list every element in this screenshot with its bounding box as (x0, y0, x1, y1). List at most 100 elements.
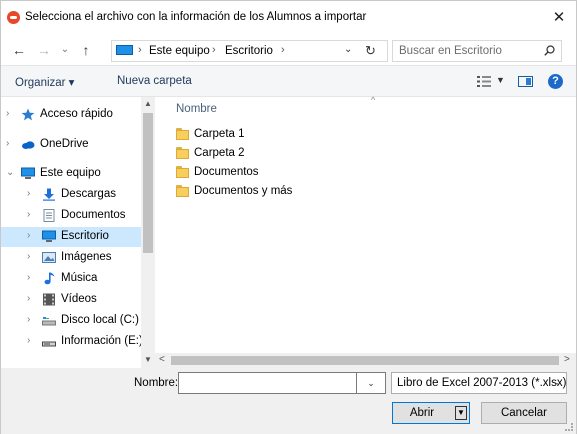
search-box[interactable]: Buscar en Escritorio (392, 40, 562, 62)
navigation-scrollbar[interactable]: ▲ ▼ (141, 97, 155, 368)
cancel-button[interactable]: Cancelar (481, 402, 567, 424)
computer-icon (21, 167, 35, 179)
star-icon (21, 108, 35, 121)
file-name: Carpeta 2 (194, 147, 245, 159)
list-item[interactable]: Documentos (176, 164, 336, 182)
column-header-name[interactable]: Nombre (176, 103, 217, 115)
sidebar-item-label: Vídeos (61, 293, 97, 305)
drive-icon (42, 317, 56, 326)
sidebar-item[interactable]: › Música (1, 269, 141, 289)
sidebar-item[interactable]: › Escritorio (1, 227, 141, 247)
sidebar-item-label: OneDrive (40, 138, 89, 150)
download-icon (43, 188, 55, 201)
sidebar-item-label: Imágenes (61, 251, 112, 263)
folder-icon (176, 128, 189, 140)
folder-icon (176, 185, 189, 197)
new-folder-button[interactable]: Nueva carpeta (117, 75, 192, 87)
sidebar-item-label: Documentos (61, 209, 126, 221)
sidebar-item[interactable]: › OneDrive (1, 135, 141, 155)
content-area: › Acceso rápido › OneDrive ⌄ Este equipo › Desc… (1, 95, 576, 368)
cloud-icon (22, 141, 35, 149)
chevron-right-icon[interactable]: › (6, 108, 9, 119)
back-button[interactable]: ← (9, 40, 29, 60)
chevron-right-icon[interactable]: › (27, 230, 30, 241)
window-title: Selecciona el archivo con la información… (25, 11, 367, 23)
command-toolbar: Organizar ▾ Nueva carpeta ▼ ? (1, 65, 576, 97)
sidebar-item-label: Disco local (C:) (61, 314, 139, 326)
scroll-left-icon[interactable]: < (159, 354, 165, 365)
scroll-down-icon[interactable]: ▼ (144, 355, 152, 364)
search-placeholder: Buscar en Escritorio (399, 45, 502, 57)
chevron-down-icon[interactable]: ⌄ (6, 167, 14, 178)
file-name: Documentos (194, 166, 259, 178)
navigation-scroll-thumb[interactable] (143, 113, 153, 253)
sidebar-item-label: Este equipo (40, 167, 101, 179)
chevron-right-icon[interactable]: › (27, 209, 30, 220)
breadcrumb-separator: › (138, 44, 142, 56)
breadcrumb-escritorio[interactable]: Escritorio (225, 45, 273, 57)
scroll-right-icon[interactable]: > (564, 354, 570, 365)
organize-button[interactable]: Organizar ▾ (15, 75, 74, 89)
close-button[interactable]: ✕ (542, 1, 576, 35)
sidebar-item[interactable]: › Documentos (1, 206, 141, 226)
folder-icon (176, 147, 189, 159)
chevron-right-icon[interactable]: › (27, 188, 30, 199)
list-item[interactable]: Carpeta 2 (176, 145, 336, 163)
chevron-right-icon[interactable]: › (27, 335, 30, 346)
sidebar-item[interactable]: › Imágenes (1, 248, 141, 268)
sidebar-item-label: Información (E:) (61, 335, 143, 347)
scroll-up-icon[interactable]: ▲ (144, 99, 152, 108)
video-icon (43, 293, 55, 306)
address-bar[interactable]: › Este equipo › Escritorio › ⌄ ↻ (111, 40, 388, 62)
breadcrumb-este-equipo[interactable]: Este equipo (149, 45, 210, 57)
sidebar-item[interactable]: › Vídeos (1, 290, 141, 310)
file-name-dropdown-icon[interactable]: ⌄ (357, 372, 386, 394)
horizontal-scrollbar[interactable]: < > (155, 353, 576, 368)
file-list: Nombre ^ Carpeta 1 Carpeta 2 Documentos Doc… (159, 95, 576, 353)
resize-grip-icon[interactable] (565, 423, 573, 431)
open-options-dropdown-icon[interactable]: ▼ (455, 406, 467, 420)
app-icon (7, 11, 20, 24)
sidebar-item-label: Acceso rápido (40, 108, 113, 120)
sidebar-item[interactable]: › Información (E:) (1, 332, 143, 352)
navigation-pane: › Acceso rápido › OneDrive ⌄ Este equipo › Desc… (1, 97, 155, 368)
file-name: Documentos y más (194, 185, 293, 197)
up-button[interactable]: ↑ (76, 40, 96, 60)
address-row: ← → ⌄ ↑ › Este equipo › Escritorio › ⌄ ↻… (1, 35, 576, 65)
chevron-down-icon: ⌄ (554, 377, 562, 387)
sidebar-item[interactable]: › Disco local (C:) (1, 311, 141, 331)
chevron-right-icon[interactable]: › (27, 293, 30, 304)
help-icon[interactable]: ? (548, 74, 563, 89)
open-button[interactable]: Abrir ▼ (392, 402, 470, 424)
sidebar-item[interactable]: ⌄ Este equipo (1, 164, 141, 184)
music-icon (44, 272, 55, 285)
sidebar-item-label: Descargas (61, 188, 116, 200)
chevron-right-icon[interactable]: › (27, 272, 30, 283)
sidebar-item-label: Escritorio (61, 230, 109, 242)
view-dropdown-icon[interactable]: ▼ (496, 75, 505, 85)
file-type-select[interactable]: Libro de Excel 2007-2013 (*.xlsx) ⌄ (391, 372, 567, 394)
preview-pane-icon[interactable] (518, 76, 533, 87)
breadcrumb-separator: › (281, 44, 285, 56)
file-name-label: Nombre: (134, 377, 179, 389)
file-type-value: Libro de Excel 2007-2013 (*.xlsx) (397, 377, 567, 389)
list-item[interactable]: Documentos y más (176, 183, 336, 201)
computer-icon (116, 45, 133, 57)
chevron-right-icon[interactable]: › (27, 251, 30, 262)
refresh-icon[interactable]: ↻ (365, 43, 376, 59)
sidebar-item[interactable]: › Descargas (1, 185, 141, 205)
title-bar: Selecciona el archivo con la información… (1, 1, 576, 35)
chevron-right-icon[interactable]: › (27, 314, 30, 325)
address-dropdown-icon[interactable]: ⌄ (344, 44, 352, 55)
horizontal-scroll-thumb[interactable] (171, 356, 559, 365)
recent-locations-button[interactable]: ⌄ (55, 40, 75, 60)
sidebar-item[interactable]: › Acceso rápido (1, 105, 141, 125)
view-options-icon[interactable] (477, 76, 491, 87)
forward-button[interactable]: → (34, 40, 54, 60)
list-item[interactable]: Carpeta 1 (176, 126, 336, 144)
file-name-input[interactable] (178, 372, 357, 394)
chevron-right-icon[interactable]: › (6, 138, 9, 149)
drive-icon (42, 341, 56, 347)
document-icon (43, 209, 55, 222)
pictures-icon (42, 252, 56, 263)
